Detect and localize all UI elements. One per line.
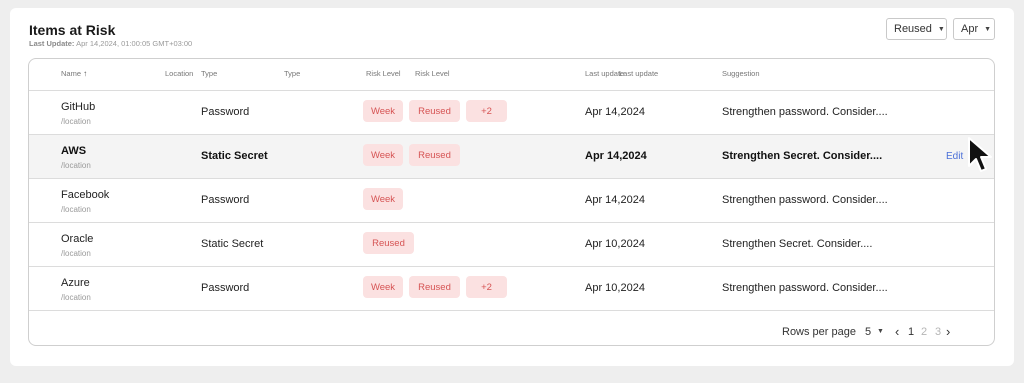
month-filter-value: Apr [961,23,979,35]
more-badges-count[interactable]: +2 [466,276,507,298]
page-button[interactable]: 1 [908,326,914,338]
column-name-label: Name [61,69,82,78]
column-header-risk-level-overlap[interactable]: Risk Level [415,69,450,78]
item-name: GitHub [61,101,96,113]
column-header-suggestion[interactable]: Suggestion [722,69,760,78]
risk-badge: Week [363,188,403,210]
item-suggestion: Strengthen password. Consider.... [722,194,888,206]
item-type: Password [201,106,250,118]
last-update-text: Last Update: Apr 14,2024, 01:00:05 GMT+0… [29,39,192,48]
risk-badges: Week Reused +2 [363,276,507,298]
rows-per-page-label: Rows per page [782,326,856,338]
risk-badges: Reused [363,232,414,254]
item-location: /location [61,249,91,258]
item-location: /location [61,205,91,214]
item-location: /location [61,161,91,170]
item-last-update: Apr 14,2024 [585,106,645,118]
column-header-last-update-overlap[interactable]: Last update [619,69,658,78]
table-row[interactable]: Azure /location Password Week Reused +2 … [29,267,994,311]
risk-badge: Reused [409,276,460,298]
mouse-pointer-icon [968,137,992,172]
item-name: Azure [61,277,90,289]
column-header-type[interactable]: Type [201,69,217,78]
item-name: Facebook [61,189,110,201]
table-row[interactable]: Facebook /location Password Week Apr 14,… [29,179,994,223]
item-suggestion: Strengthen Secret. Consider.... [722,150,883,162]
column-header-location[interactable]: Location [165,69,193,78]
last-update-label: Last Update: [29,39,75,48]
risk-badge: Week [363,276,403,298]
chevron-down-icon: ▼ [984,25,992,33]
edit-link[interactable]: Edit [946,151,963,162]
item-location: /location [61,117,91,126]
table-row[interactable]: Oracle /location Static Secret Reused Ap… [29,223,994,267]
items-at-risk-card: Items at Risk Last Update: Apr 14,2024, … [10,8,1014,366]
item-type: Password [201,282,250,294]
more-badges-count[interactable]: +2 [466,100,507,122]
sort-ascending-icon[interactable]: ↑ [83,69,87,78]
table-row[interactable]: AWS /location Static Secret Week Reused … [29,135,994,179]
chevron-right-icon[interactable]: › [946,324,950,339]
risk-filter-select[interactable]: Reused ▼ [886,18,947,40]
item-last-update: Apr 14,2024 [585,150,647,162]
item-type: Static Secret [201,150,268,162]
risk-badge: Reused [409,100,460,122]
table-row[interactable]: GitHub /location Password Week Reused +2… [29,91,994,135]
page-button[interactable]: 3 [935,326,941,338]
page-button[interactable]: 2 [921,326,927,338]
risk-badges: Week Reused [363,144,460,166]
risk-badge: Week [363,144,403,166]
item-suggestion: Strengthen Secret. Consider.... [722,238,873,250]
item-name: AWS [61,145,87,157]
page-title: Items at Risk [29,22,116,38]
item-location: /location [61,293,91,302]
chevron-left-icon[interactable]: ‹ [895,324,899,339]
last-update-value: Apr 14,2024, 01:00:05 GMT+03:00 [76,39,193,48]
item-last-update: Apr 14,2024 [585,194,645,206]
month-filter-select[interactable]: Apr ▼ [953,18,995,40]
risk-badges: Week [363,188,403,210]
risk-badges: Week Reused +2 [363,100,507,122]
items-table: Name ↑ Location Type Type Risk Level Ris… [28,58,995,346]
item-type: Password [201,194,250,206]
item-name: Oracle [61,233,94,245]
item-suggestion: Strengthen password. Consider.... [722,106,888,118]
column-header-type-overlap[interactable]: Type [284,69,300,78]
chevron-down-icon: ▼ [937,25,945,33]
rows-per-page-select[interactable]: 5 [865,326,871,338]
item-suggestion: Strengthen password. Consider.... [722,282,888,294]
column-header-name[interactable]: Name ↑ [61,69,87,78]
item-last-update: Apr 10,2024 [585,238,645,250]
column-header-risk-level[interactable]: Risk Level [366,69,401,78]
table-header: Name ↑ Location Type Type Risk Level Ris… [29,59,994,91]
item-type: Static Secret [201,238,264,250]
risk-badge: Week [363,100,403,122]
chevron-down-icon[interactable]: ▼ [877,328,884,335]
item-last-update: Apr 10,2024 [585,282,645,294]
pagination: Rows per page 5 ▼ ‹ 1 2 3 › [29,319,994,339]
risk-filter-value: Reused [894,23,932,35]
risk-badge: Reused [363,232,414,254]
risk-badge: Reused [409,144,460,166]
